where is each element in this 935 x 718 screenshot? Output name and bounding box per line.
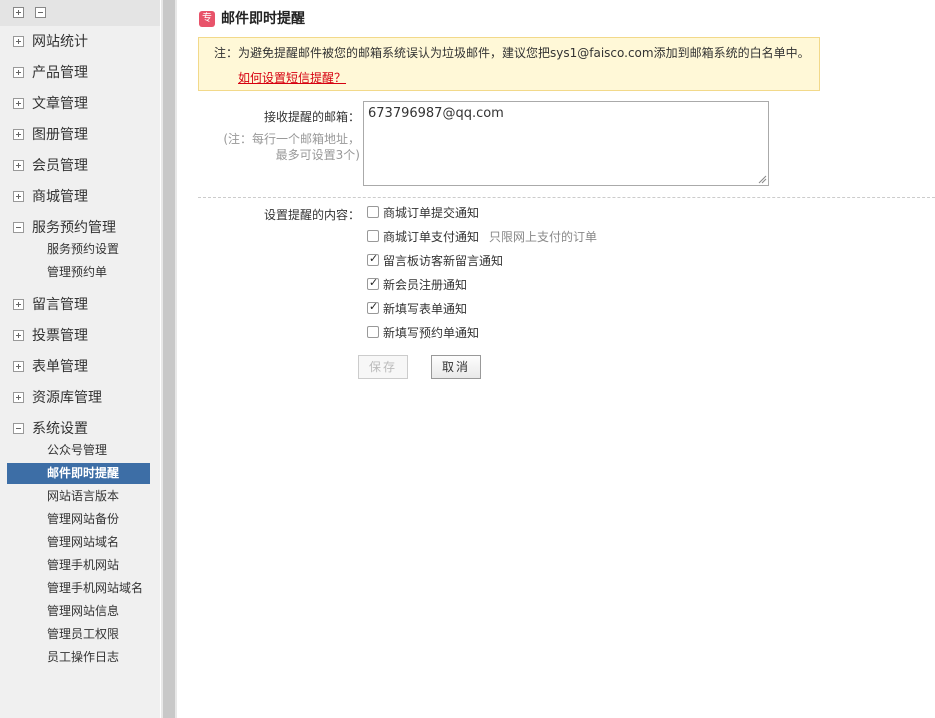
notice-text: 注：为避免提醒邮件被您的邮箱系统误认为垃圾邮件，建议您把sys1@faisco.… (214, 46, 810, 60)
sidebar-group-label: 商城管理 (32, 189, 88, 205)
sidebar-item-staff-log[interactable]: 员工操作日志 (7, 647, 150, 668)
expand-icon[interactable] (13, 392, 24, 403)
sidebar-item-label: 邮件即时提醒 (47, 466, 120, 480)
option-label: 商城订单支付通知 (383, 230, 480, 244)
divider (198, 197, 935, 198)
sidebar-toolbar (0, 0, 160, 26)
sidebar-group-resources[interactable]: 资源库管理 (0, 388, 160, 408)
expand-icon[interactable] (13, 98, 24, 109)
sidebar-group-stats[interactable]: 网站统计 (0, 32, 160, 52)
option-label: 新会员注册通知 (383, 278, 468, 292)
sidebar-item-mobile-site[interactable]: 管理手机网站 (7, 555, 150, 576)
resize-grip-icon[interactable] (757, 174, 767, 184)
sidebar-item-label: 管理网站信息 (47, 604, 120, 618)
sidebar-group-forms[interactable]: 表单管理 (0, 357, 160, 377)
badge-icon: 专 (199, 11, 215, 27)
main-panel: 专 邮件即时提醒 注：为避免提醒邮件被您的邮箱系统误认为垃圾邮件，建议您把sys… (177, 0, 935, 718)
expand-icon[interactable] (13, 191, 24, 202)
sidebar-item-site-info[interactable]: 管理网站信息 (7, 601, 150, 622)
scrollbar-thumb[interactable] (163, 0, 175, 718)
sidebar-group-label: 网站统计 (32, 34, 88, 50)
option-label: 新填写表单通知 (383, 302, 468, 316)
sidebar-item-label: 公众号管理 (47, 443, 108, 457)
sidebar-group-label: 服务预约管理 (32, 220, 116, 236)
collapse-icon[interactable] (13, 222, 24, 233)
notice-box: 注：为避免提醒邮件被您的邮箱系统误认为垃圾邮件，建议您把sys1@faisco.… (198, 37, 820, 91)
expand-icon[interactable] (13, 129, 24, 140)
option-label: 商城订单提交通知 (383, 206, 480, 220)
sidebar-group-system[interactable]: 系统设置 (0, 419, 160, 439)
checkbox[interactable] (367, 276, 379, 290)
expand-icon[interactable] (13, 330, 24, 341)
cancel-button[interactable]: 取消 (431, 355, 481, 379)
sidebar-item-label: 网站语言版本 (47, 489, 120, 503)
sidebar-item-label: 管理网站域名 (47, 535, 120, 549)
sidebar-item-domain[interactable]: 管理网站域名 (7, 532, 150, 553)
sidebar-item-label: 管理手机网站域名 (47, 581, 144, 595)
option-label: 新填写预约单通知 (383, 326, 480, 340)
sidebar-item-label: 管理网站备份 (47, 512, 120, 526)
sidebar-group-members[interactable]: 会员管理 (0, 156, 160, 176)
sidebar-group-label: 留言管理 (32, 297, 88, 313)
expand-all-icon[interactable] (13, 7, 24, 18)
checkbox[interactable] (367, 230, 379, 242)
sidebar-group-label: 产品管理 (32, 65, 88, 81)
sidebar-item-label: 管理员工权限 (47, 627, 120, 641)
sidebar-group-albums[interactable]: 图册管理 (0, 125, 160, 145)
checkbox[interactable] (367, 300, 379, 314)
collapse-icon[interactable] (13, 423, 24, 434)
save-button[interactable]: 保存 (358, 355, 408, 379)
sidebar-item-language[interactable]: 网站语言版本 (7, 486, 150, 507)
email-note-line: 最多可设置3个) (275, 148, 360, 162)
sidebar-item-label: 服务预约设置 (47, 242, 120, 256)
checkbox[interactable] (367, 326, 379, 338)
sidebar-group-label: 图册管理 (32, 127, 88, 143)
sidebar-item-email-alerts[interactable]: 邮件即时提醒 (7, 463, 150, 484)
sidebar-group-label: 系统设置 (32, 421, 88, 437)
sidebar-group-mall[interactable]: 商城管理 (0, 187, 160, 207)
email-note-line: (注：每行一个邮箱地址， (223, 132, 360, 146)
expand-icon[interactable] (13, 361, 24, 372)
email-field-note: (注：每行一个邮箱地址， 最多可设置3个) (223, 131, 360, 163)
sidebar-group-label: 资源库管理 (32, 390, 102, 406)
sidebar-item-label: 管理手机网站 (47, 558, 120, 572)
option-label: 留言板访客新留言通知 (383, 254, 504, 268)
sidebar-item-booking-settings[interactable]: 服务预约设置 (7, 239, 150, 260)
sidebar: 网站统计 产品管理 文章管理 图册管理 会员管理 商城管理 服务预约管理 服务预… (0, 0, 160, 718)
sidebar-group-label: 会员管理 (32, 158, 88, 174)
page-title: 邮件即时提醒 (221, 11, 305, 27)
alert-content-label: 设置提醒的内容： (263, 208, 360, 222)
sidebar-item-manage-bookings[interactable]: 管理预约单 (7, 262, 150, 283)
checkbox[interactable] (367, 252, 379, 266)
email-field-label: 接收提醒的邮箱： (263, 110, 360, 124)
sidebar-item-staff-permissions[interactable]: 管理员工权限 (7, 624, 150, 645)
expand-icon[interactable] (13, 299, 24, 310)
sms-alert-help-link[interactable]: 如何设置短信提醒？ (238, 70, 346, 86)
sidebar-group-label: 投票管理 (32, 328, 88, 344)
sidebar-group-products[interactable]: 产品管理 (0, 63, 160, 83)
expand-icon[interactable] (13, 36, 24, 47)
sidebar-item-mobile-domain[interactable]: 管理手机网站域名 (7, 578, 150, 599)
sidebar-item-label: 员工操作日志 (47, 650, 120, 664)
sidebar-group-booking[interactable]: 服务预约管理 (0, 218, 160, 238)
sidebar-group-label: 表单管理 (32, 359, 88, 375)
sidebar-item-label: 管理预约单 (47, 265, 108, 279)
checkbox[interactable] (367, 206, 379, 218)
email-textarea[interactable] (363, 101, 769, 186)
option-hint: 只限网上支付的订单 (489, 230, 598, 244)
collapse-all-icon[interactable] (35, 7, 46, 18)
sidebar-group-label: 文章管理 (32, 96, 88, 112)
expand-icon[interactable] (13, 160, 24, 171)
sidebar-item-official-account[interactable]: 公众号管理 (7, 440, 150, 461)
sidebar-group-messages[interactable]: 留言管理 (0, 295, 160, 315)
sidebar-group-votes[interactable]: 投票管理 (0, 326, 160, 346)
sidebar-item-backup[interactable]: 管理网站备份 (7, 509, 150, 530)
sidebar-group-articles[interactable]: 文章管理 (0, 94, 160, 114)
expand-icon[interactable] (13, 67, 24, 78)
